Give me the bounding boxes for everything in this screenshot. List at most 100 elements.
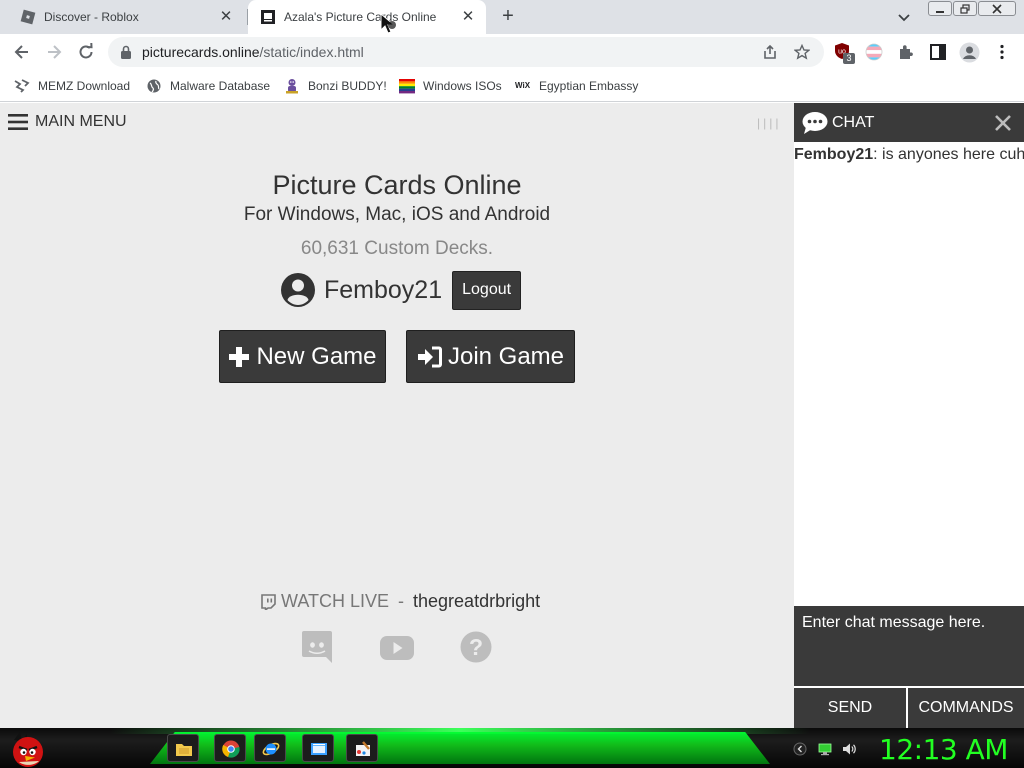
url-path: /static/index.html <box>259 44 364 60</box>
ublock-extension[interactable]: uo 3 <box>834 42 855 64</box>
taskbar-internet-explorer[interactable] <box>254 734 286 762</box>
share-icon[interactable] <box>762 44 778 60</box>
twitch-icon <box>261 593 276 610</box>
file-explorer-icon <box>176 744 192 756</box>
discord-icon[interactable] <box>301 630 333 664</box>
trans-flag-extension-icon[interactable] <box>865 43 883 61</box>
chat-title: CHAT <box>832 114 875 131</box>
main-menu-label: MAIN MENU <box>35 113 127 130</box>
picture-cards-icon <box>261 10 275 24</box>
chat-header: CHAT <box>794 103 1024 142</box>
volume-icon[interactable] <box>842 742 856 756</box>
deck-count: 60,631 Custom Decks. <box>300 238 494 259</box>
extension-badge: 3 <box>843 53 855 64</box>
globe-icon <box>147 79 161 93</box>
url-host: picturecards.online <box>142 44 260 60</box>
wix-icon: WiX <box>515 81 531 90</box>
channel-name: thegreatdrbright <box>413 591 541 611</box>
bookmark-malware-database[interactable]: Malware Database <box>146 76 270 96</box>
send-button[interactable]: SEND <box>794 686 908 728</box>
youtube-icon[interactable] <box>379 630 415 664</box>
zigzag-icon <box>14 79 30 93</box>
join-game-label: Join Game <box>447 342 565 370</box>
window-close-button[interactable] <box>978 1 1016 16</box>
plus-icon <box>229 346 250 367</box>
taskbar-chrome[interactable] <box>214 734 246 762</box>
lock-icon[interactable] <box>120 45 132 59</box>
paint-icon <box>356 741 370 756</box>
user-bar: Femboy21 Logout <box>280 270 522 310</box>
address-bar[interactable]: picturecards.online/static/index.html <box>108 37 824 67</box>
tray-chevron-icon[interactable] <box>793 742 807 756</box>
bookmark-label: Windows ISOs <box>423 79 502 93</box>
bookmark-bonzi-buddy[interactable]: Bonzi BUDDY! <box>284 76 387 96</box>
watch-live-label: WATCH LIVE <box>281 591 390 611</box>
chat-bubble-icon <box>802 112 828 134</box>
tab-close-icon[interactable]: ✕ <box>218 9 234 25</box>
tab-close-icon[interactable]: ✕ <box>460 9 476 25</box>
new-game-button[interactable]: New Game <box>219 330 386 383</box>
chat-message-user: Femboy21 <box>794 146 874 163</box>
tab-picture-cards[interactable]: Azala's Picture Cards Online ✕ <box>248 0 486 34</box>
user-avatar-icon <box>281 273 315 307</box>
back-arrow-icon[interactable] <box>12 42 32 62</box>
window-app-icon <box>311 743 327 755</box>
bookmark-label: MEMZ Download <box>38 79 131 93</box>
taskbar-paint[interactable] <box>346 734 378 762</box>
new-game-label: New Game <box>256 342 377 370</box>
forward-arrow-icon[interactable] <box>44 42 64 62</box>
page-subtitle: For Windows, Mac, iOS and Android <box>243 204 551 225</box>
logout-button[interactable]: Logout <box>452 270 522 310</box>
gorilla-icon <box>286 79 298 94</box>
minimize-button[interactable] <box>928 1 952 16</box>
hamburger-icon <box>8 114 28 130</box>
chat-panel: CHAT Femboy21: is anyones here cuh SEND … <box>794 103 1024 728</box>
taskbar-window-app[interactable] <box>302 734 334 762</box>
new-tab-button[interactable]: + <box>498 6 518 27</box>
sign-in-icon <box>417 346 442 367</box>
side-panel-icon[interactable] <box>929 43 947 61</box>
tab-strip: Discover - Roblox ✕ Azala's Picture Card… <box>0 0 1024 34</box>
chat-message-input[interactable] <box>794 606 1024 686</box>
username: Femboy21 <box>324 275 443 304</box>
bookmark-memz[interactable]: MEMZ Download <box>14 76 130 96</box>
taskbar-file-explorer[interactable] <box>167 734 199 762</box>
bookmark-windows-isos[interactable]: Windows ISOs <box>399 76 502 96</box>
bookmarks-bar: MEMZ Download Malware Database Bonzi BUD… <box>0 70 1024 102</box>
network-icon[interactable] <box>818 742 832 756</box>
tab-title: Azala's Picture Cards Online <box>284 10 437 24</box>
help-icon[interactable]: ? <box>460 630 492 664</box>
taskbar: 12:13 AM <box>0 728 1024 768</box>
watch-live-link[interactable]: WATCH LIVE - thegreatdrbright <box>260 591 540 612</box>
extensions-puzzle-icon[interactable] <box>897 43 915 61</box>
bookmark-label: Egyptian Embassy <box>539 79 639 93</box>
tab-search-chevron-icon[interactable] <box>896 9 912 25</box>
restore-button[interactable] <box>953 1 977 16</box>
profile-avatar-icon[interactable] <box>959 42 980 63</box>
commands-button[interactable]: COMMANDS <box>908 686 1024 728</box>
internet-explorer-icon <box>262 742 280 756</box>
main-menu-toggle[interactable]: MAIN MENU <box>8 113 127 131</box>
taskbar-clock[interactable]: 12:13 AM <box>879 733 1008 766</box>
browser-toolbar: picturecards.online/static/index.html uo… <box>0 34 1024 70</box>
roblox-icon <box>20 9 36 25</box>
tab-title: Discover - Roblox <box>44 10 139 24</box>
chrome-icon <box>222 740 240 758</box>
angry-bird-start-icon[interactable] <box>8 730 48 768</box>
tab-discover-roblox[interactable]: Discover - Roblox ✕ <box>12 0 248 34</box>
bookmark-label: Bonzi BUDDY! <box>308 79 387 93</box>
rainbow-flag-icon <box>399 79 415 94</box>
bookmark-star-icon[interactable] <box>794 44 810 60</box>
chat-close-icon[interactable] <box>994 114 1012 132</box>
mouse-cursor-icon <box>380 13 396 34</box>
join-game-button[interactable]: Join Game <box>406 330 575 383</box>
chat-message: Femboy21: is anyones here cuh <box>794 146 1024 164</box>
url-text[interactable]: picturecards.online/static/index.html <box>142 44 364 60</box>
bookmark-label: Malware Database <box>170 79 271 93</box>
kebab-menu-icon[interactable] <box>993 43 1011 61</box>
panel-resize-handle[interactable]: |||| <box>757 116 781 130</box>
page-content: MAIN MENU |||| Picture Cards Online For … <box>0 103 794 728</box>
watch-separator: - <box>398 591 405 611</box>
reload-icon[interactable] <box>76 42 96 62</box>
bookmark-egyptian-embassy[interactable]: WiX Egyptian Embassy <box>515 76 638 96</box>
